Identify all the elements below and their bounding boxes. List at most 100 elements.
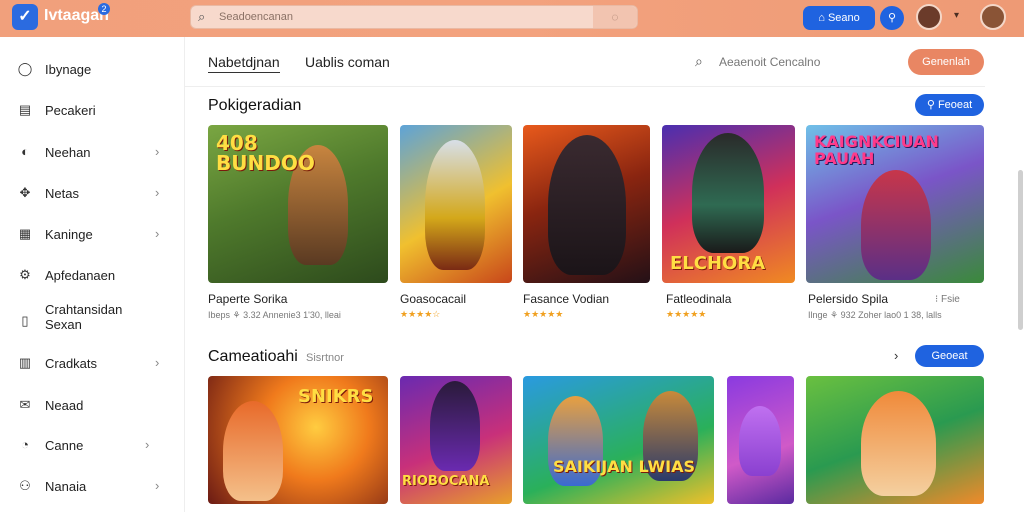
calendar-icon: ▦ <box>18 226 32 241</box>
sidebar-item-documents[interactable]: ▯ Crahtansidan Sexan <box>0 299 185 339</box>
game-card[interactable] <box>400 125 512 283</box>
character-figure <box>548 135 626 275</box>
sidebar-item-label: Canne <box>45 438 84 453</box>
gear-icon: ⚙ <box>19 267 31 282</box>
sidebar-item-netas[interactable]: ✥ Netas › <box>0 175 185 211</box>
checkmark-logo-icon[interactable]: ✓ <box>12 4 38 30</box>
chevron-right-icon: › <box>145 437 150 452</box>
chevron-right-icon: › <box>155 226 160 241</box>
character-figure <box>692 133 764 253</box>
sidebar-item-games[interactable]: ◐ Neehan › <box>0 134 185 170</box>
chevron-down-icon[interactable]: ▾ <box>954 10 959 21</box>
game-title[interactable]: Paperte Sorika <box>208 292 287 306</box>
mail-icon: ✉ <box>19 397 31 412</box>
clipboard-icon: ▤ <box>18 102 32 117</box>
game-card[interactable]: SAIKIJAN LWIAS <box>523 376 714 504</box>
game-meta: Ilnge ⚘ 932 Zoher lao0 1 38, lalls <box>808 310 942 320</box>
search-bar[interactable]: ⌕ Seadoencanan ◌ <box>190 5 638 29</box>
search-icon: ⌕ <box>198 9 206 24</box>
sidebar-item-cradkats[interactable]: ▥ Cradkats › <box>0 345 185 381</box>
game-card[interactable]: KAIGNKCIUAN PAUAH <box>806 125 984 283</box>
game-title[interactable]: Fatleodinala <box>666 292 731 306</box>
game-logo-text: 408 BUNDOO <box>216 131 315 175</box>
search-placeholder: Seadoencanan <box>219 11 294 23</box>
rating-stars: ★★★★★ <box>523 309 564 319</box>
game-card[interactable] <box>727 376 794 504</box>
character-figure <box>861 391 936 496</box>
game-card[interactable] <box>523 125 650 283</box>
lock-icon: ⌂ <box>818 12 828 24</box>
sidebar-item-packages[interactable]: ▤ Pecakeri <box>0 92 185 128</box>
character-figure <box>739 406 781 476</box>
main-content: Nabetdjnan Uablis coman ⌕ Aeaenoit Cenca… <box>185 37 1024 512</box>
chevron-right-icon: › <box>155 144 160 159</box>
sidebar-item-mail[interactable]: ✉ Neaad <box>0 387 185 423</box>
chevron-right-icon: › <box>155 185 160 200</box>
character-figure <box>425 140 485 270</box>
sidebar-item-settings[interactable]: ⚙ Apfedanaen <box>0 257 185 293</box>
sidebar-item-label: Neehan <box>45 145 91 160</box>
tab-secondary[interactable]: Uablis coman <box>305 54 390 70</box>
game-logo-text: KAIGNKCIUAN PAUAH <box>814 132 939 168</box>
game-title[interactable]: Fasance Vodian <box>523 292 609 306</box>
sidebar-item-help[interactable]: ◔ Canne › <box>0 427 185 463</box>
sidebar-item-label: Kaninge <box>45 227 93 242</box>
orange-action-button[interactable]: Genenlah <box>908 49 984 75</box>
more-label[interactable]: ⁝ Fsie <box>935 294 960 305</box>
avatar-secondary[interactable] <box>980 4 1006 30</box>
sidebar-item-label: Ibynage <box>45 62 92 77</box>
game-logo-text: ELCHORA <box>670 253 766 274</box>
chevron-right-icon[interactable]: › <box>894 348 898 363</box>
game-card[interactable]: 408 BUNDOO <box>208 125 388 283</box>
section-action-label: Feoeat <box>937 99 973 111</box>
chevron-right-icon: › <box>155 478 160 493</box>
sidebar-item-ranking[interactable]: ▦ Kaninge › <box>0 216 185 252</box>
primary-button-label: Seano <box>827 12 860 24</box>
character-figure <box>861 170 931 280</box>
game-card[interactable]: ELCHORA <box>662 125 795 283</box>
file-icon: ▯ <box>21 313 29 328</box>
grid-icon: ▥ <box>18 355 32 370</box>
sidebar-item-label: Nanaia <box>45 479 87 494</box>
profile-icon[interactable]: ⚲ <box>880 6 904 30</box>
tab-main[interactable]: Nabetdjnan <box>208 54 280 73</box>
content-search[interactable]: ⌕ Aeaenoit Cencalno <box>695 51 875 73</box>
section-title: Pokigeradian <box>208 97 302 114</box>
sidebar-item-label: Cradkats <box>45 356 98 371</box>
scrollbar[interactable] <box>1018 170 1023 330</box>
game-title[interactable]: Pelersido Spila <box>808 292 888 306</box>
gamepad-icon: ◐ <box>21 144 29 159</box>
section-action-button[interactable]: Geoeat <box>915 345 984 367</box>
game-logo-text: SAIKIJAN LWIAS <box>553 457 695 476</box>
game-card[interactable]: SNIKRS <box>208 376 388 504</box>
sidebar-item-user[interactable]: ⚇ Nanaia › <box>0 468 185 504</box>
section-action-button[interactable]: ⚲ Feoeat <box>915 94 984 116</box>
game-title[interactable]: Goasocacail <box>400 292 466 306</box>
game-logo-text: RIOBOCANA <box>402 474 490 489</box>
avatar[interactable] <box>916 4 942 30</box>
game-meta: Ibeps ⚘ 3.32 Annenie3 1'30, lleai <box>208 310 341 320</box>
search-submit-icon[interactable]: ◌ <box>593 6 637 28</box>
content-search-placeholder: Aeaenoit Cencalno <box>719 55 821 69</box>
character-figure <box>223 401 283 501</box>
user-icon: ⚇ <box>19 478 31 493</box>
tab-bar: Nabetdjnan Uablis coman ⌕ Aeaenoit Cenca… <box>185 37 985 87</box>
character-figure <box>430 381 480 471</box>
sidebar-item-home[interactable]: ◯ Ibynage <box>0 51 185 87</box>
sidebar-item-label: Pecakeri <box>45 103 96 118</box>
rating-stars: ★★★★☆ <box>400 309 441 319</box>
sidebar-item-label: Netas <box>45 186 79 201</box>
rating-stars: ★★★★★ <box>666 309 707 319</box>
help-icon: ◔ <box>21 437 29 452</box>
brand-badge: 2 <box>98 3 110 15</box>
sidebar-item-label: Neaad <box>45 398 84 413</box>
game-card[interactable]: RIOBOCANA <box>400 376 512 504</box>
chevron-right-icon: › <box>155 355 160 370</box>
sidebar: ◯ Ibynage ▤ Pecakeri ◐ Neehan › ✥ Netas … <box>0 37 185 512</box>
home-icon: ◯ <box>17 61 33 76</box>
primary-button[interactable]: ⌂ Seano <box>803 6 875 30</box>
puzzle-icon: ✥ <box>19 185 31 200</box>
section-title: Cameatioahi <box>208 348 298 365</box>
sidebar-item-label: Crahtansidan Sexan <box>45 302 123 332</box>
game-card[interactable] <box>806 376 984 504</box>
